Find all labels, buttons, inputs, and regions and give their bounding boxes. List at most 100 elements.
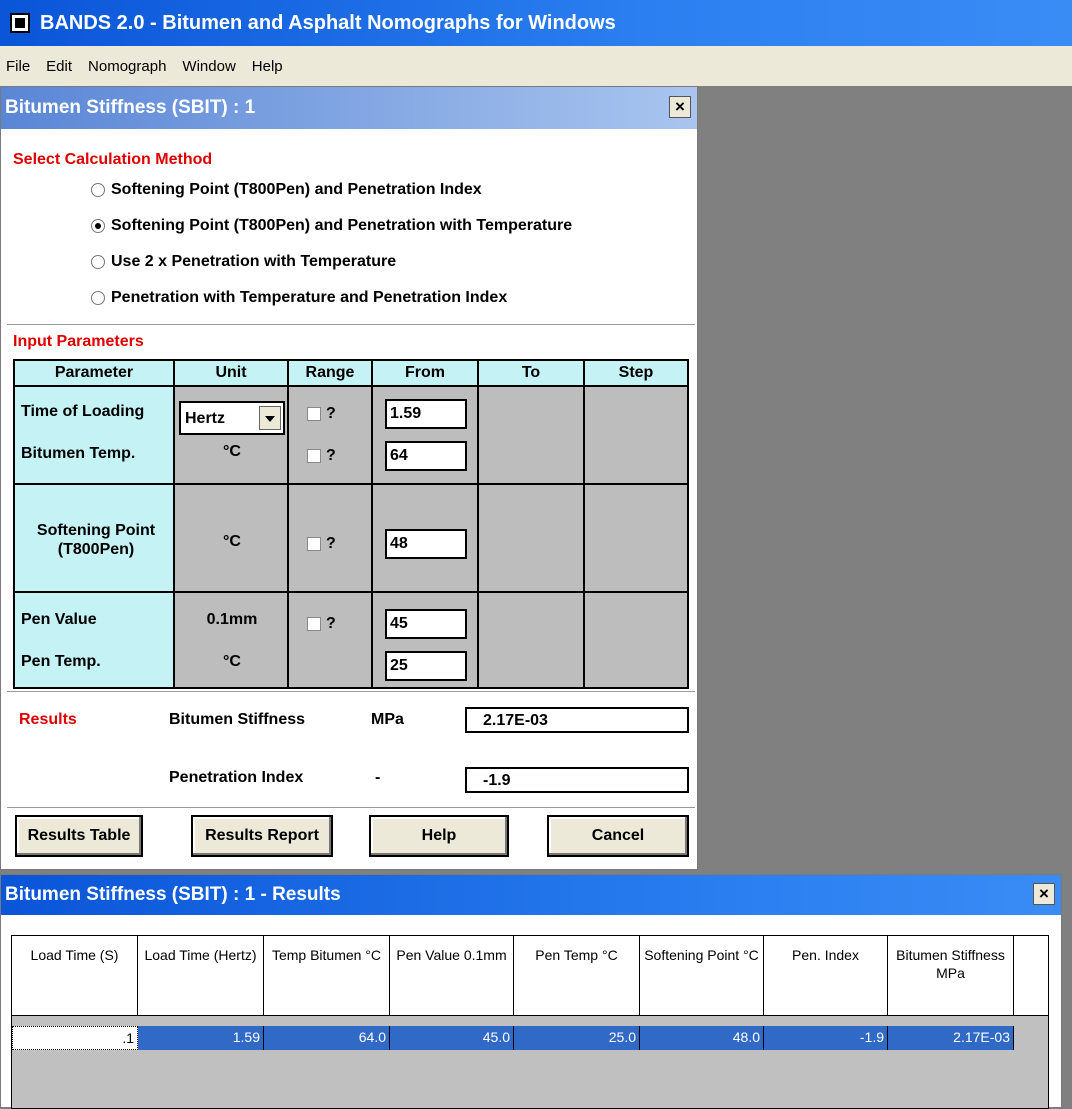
help-button[interactable]: Help (369, 815, 509, 857)
range-question: ? (326, 615, 336, 632)
results-report-button[interactable]: Results Report (191, 815, 333, 857)
dialog-title: Bitumen Stiffness (SBIT) : 1 (5, 97, 256, 118)
range-cell (289, 593, 373, 687)
cancel-button[interactable]: Cancel (547, 815, 689, 857)
app-icon (10, 13, 30, 33)
table-cell[interactable]: 48.0 (640, 1026, 764, 1050)
checkbox-icon[interactable] (307, 537, 321, 551)
close-icon[interactable]: × (1033, 883, 1055, 905)
menu-file[interactable]: File (6, 58, 30, 75)
app-title-bar: BANDS 2.0 - Bitumen and Asphalt Nomograp… (0, 0, 1072, 46)
softening-point-label: Softening Point (T800Pen) (36, 522, 156, 558)
dialog-title-bar[interactable]: Bitumen Stiffness (SBIT) : 1 × (1, 87, 697, 129)
menu-window[interactable]: Window (182, 58, 235, 75)
softening-range-checkbox[interactable]: ? (307, 535, 336, 553)
close-icon[interactable]: × (669, 96, 691, 118)
radio-icon[interactable] (91, 255, 105, 269)
time-range-checkbox[interactable]: ? (307, 405, 336, 423)
header-parameter: Parameter (15, 361, 175, 387)
menu-help[interactable]: Help (252, 58, 283, 75)
header-step: Step (585, 361, 687, 387)
method-option-3[interactable]: Use 2 x Penetration with Temperature (91, 253, 396, 271)
chevron-down-icon[interactable] (259, 406, 281, 430)
bitumen-temp-label: Bitumen Temp. (21, 445, 136, 462)
unit-cell (175, 593, 289, 687)
col-temp-bitumen: Temp Bitumen °C (264, 936, 390, 1016)
pen-temp-label: Pen Temp. (21, 653, 101, 670)
col-load-time-s: Load Time (S) (12, 936, 138, 1016)
step-cell (585, 387, 687, 485)
table-cell[interactable]: 25.0 (514, 1026, 640, 1050)
table-cell[interactable]: -1.9 (764, 1026, 888, 1050)
col-pen-index: Pen. Index (764, 936, 888, 1016)
results-window-title: Bitumen Stiffness (SBIT) : 1 - Results (5, 884, 341, 905)
time-unit-value: Hertz (185, 410, 226, 427)
menu-edit[interactable]: Edit (46, 58, 72, 75)
checkbox-icon[interactable] (307, 407, 321, 421)
radio-checked-icon[interactable] (91, 219, 105, 233)
pi-unit: - (375, 769, 381, 786)
results-divider (7, 691, 695, 692)
step-cell (585, 593, 687, 687)
method-option-label: Penetration with Temperature and Penetra… (111, 289, 508, 306)
radio-icon[interactable] (91, 291, 105, 305)
method-option-1[interactable]: Softening Point (T800Pen) and Penetratio… (91, 181, 482, 199)
stiffness-value: 2.17E-03 (465, 707, 689, 733)
range-cell (289, 387, 373, 485)
to-cell (479, 387, 585, 485)
range-question: ? (326, 405, 336, 422)
pen-temp-from-input[interactable]: 25 (385, 651, 467, 681)
header-to: To (479, 361, 585, 387)
table-cell[interactable]: 2.17E-03 (888, 1026, 1014, 1050)
pen-value-unit: 0.1mm (206, 611, 258, 628)
col-load-time-hz: Load Time (Hertz) (138, 936, 264, 1016)
stiffness-label: Bitumen Stiffness (169, 711, 306, 728)
pen-value-from-input[interactable]: 45 (385, 609, 467, 639)
col-empty (1014, 936, 1048, 1016)
checkbox-icon[interactable] (307, 617, 321, 631)
table-cell[interactable]: 64.0 (264, 1026, 390, 1050)
results-table-button[interactable]: Results Table (15, 815, 143, 857)
softening-from-input[interactable]: 48 (385, 529, 467, 559)
table-cell[interactable]: 1.59 (138, 1026, 264, 1050)
results-section-label: Results (19, 711, 77, 728)
to-cell (479, 593, 585, 687)
time-unit-select[interactable]: Hertz (179, 401, 285, 435)
method-option-label: Use 2 x Penetration with Temperature (111, 253, 397, 270)
pi-label: Penetration Index (169, 769, 304, 786)
temp-range-checkbox[interactable]: ? (307, 447, 336, 465)
method-option-2[interactable]: Softening Point (T800Pen) and Penetratio… (91, 217, 572, 235)
pi-value: -1.9 (465, 767, 689, 793)
input-section-label: Input Parameters (13, 333, 144, 350)
stiffness-unit: MPa (371, 711, 404, 728)
range-question: ? (326, 447, 336, 464)
to-cell (479, 485, 585, 593)
col-softening-point: Softening Point °C (640, 936, 764, 1016)
time-of-loading-label: Time of Loading (21, 403, 145, 420)
header-from: From (373, 361, 479, 387)
method-option-label: Softening Point (T800Pen) and Penetratio… (111, 217, 573, 234)
method-section-label: Select Calculation Method (13, 151, 213, 168)
calculation-method-group: Select Calculation Method Softening Poin… (7, 137, 695, 325)
range-question: ? (326, 535, 336, 552)
param-group-1 (15, 387, 175, 485)
bitumen-temp-unit: °C (223, 443, 241, 460)
input-parameters-grid: Parameter Unit Range From To Step Time o… (13, 359, 689, 689)
header-unit: Unit (175, 361, 289, 387)
softening-point-unit: °C (223, 533, 241, 550)
menu-nomograph[interactable]: Nomograph (88, 58, 166, 75)
temp-from-input[interactable]: 64 (385, 441, 467, 471)
pen-temp-unit: °C (223, 653, 241, 670)
header-range: Range (289, 361, 373, 387)
table-cell[interactable]: .1 (12, 1026, 138, 1050)
table-cell[interactable]: 45.0 (390, 1026, 514, 1050)
method-option-4[interactable]: Penetration with Temperature and Penetra… (91, 289, 507, 307)
col-pen-temp: Pen Temp °C (514, 936, 640, 1016)
app-title: BANDS 2.0 - Bitumen and Asphalt Nomograp… (40, 11, 616, 34)
radio-icon[interactable] (91, 183, 105, 197)
results-title-bar[interactable]: Bitumen Stiffness (SBIT) : 1 - Results × (1, 875, 1061, 915)
col-pen-value: Pen Value 0.1mm (390, 936, 514, 1016)
time-from-input[interactable]: 1.59 (385, 399, 467, 429)
checkbox-icon[interactable] (307, 449, 321, 463)
pen-range-checkbox[interactable]: ? (307, 615, 336, 633)
